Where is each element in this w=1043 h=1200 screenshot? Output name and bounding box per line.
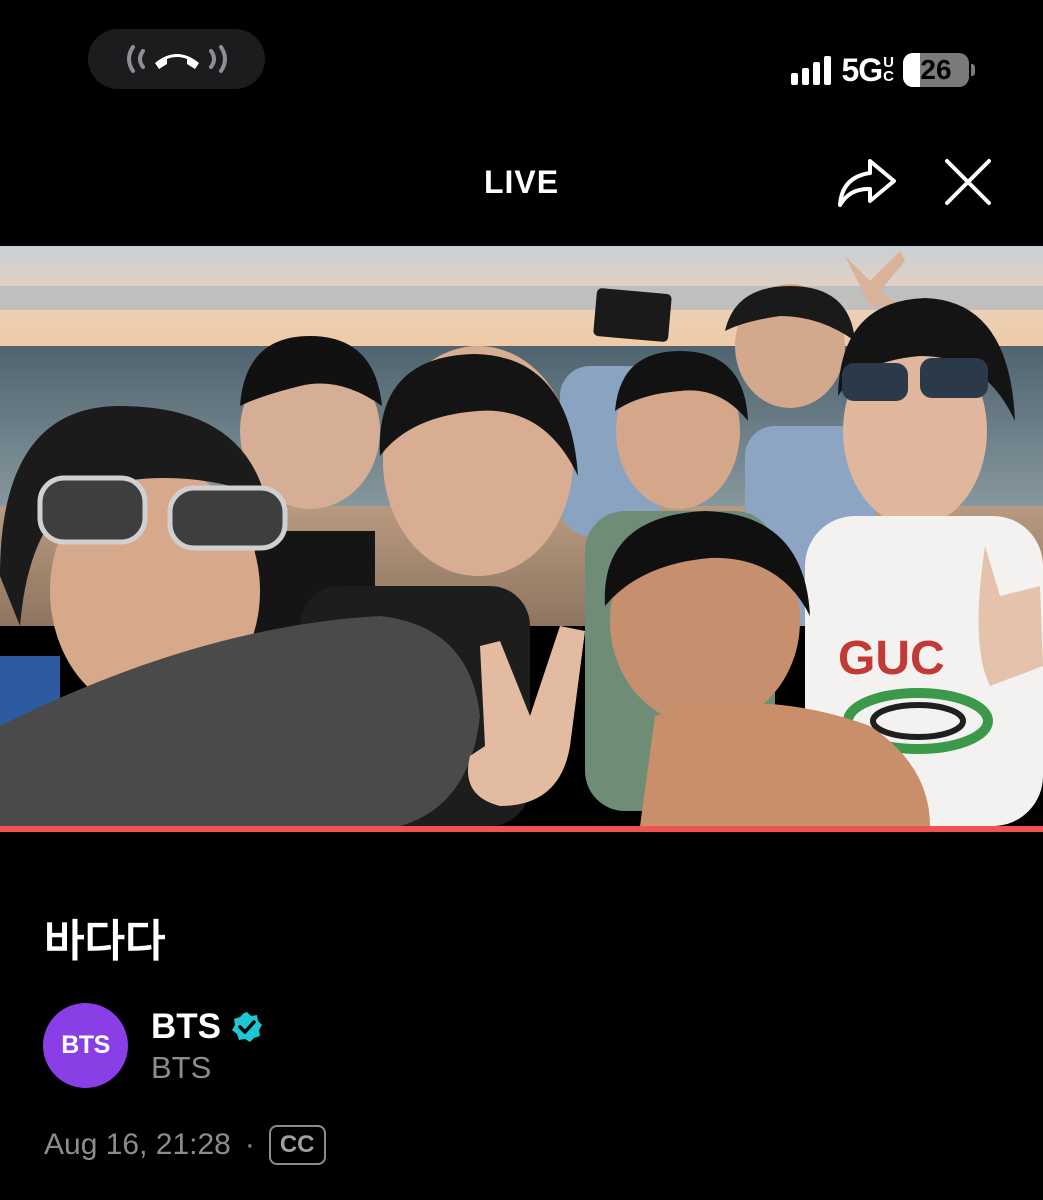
video-player[interactable]: GUC	[0, 246, 1043, 826]
network-label: 5G	[841, 51, 883, 88]
battery-level: 26	[920, 54, 952, 85]
publish-date: Aug 16, 21:28	[44, 1128, 231, 1161]
share-button[interactable]	[836, 155, 898, 209]
channel-avatar[interactable]: BTS	[43, 1003, 128, 1088]
channel-name-row[interactable]: BTS	[151, 1007, 263, 1047]
video-meta: Aug 16, 21:28 · CC	[44, 1125, 326, 1165]
channel-name[interactable]: BTS	[151, 1007, 221, 1047]
meta-separator: ·	[244, 1128, 255, 1161]
video-frame: GUC	[0, 246, 1043, 826]
status-indicators: 5G U C 26	[791, 48, 975, 92]
signal-icon	[791, 55, 832, 85]
active-call-pill[interactable]	[88, 29, 265, 89]
svg-text:GUC: GUC	[838, 632, 945, 685]
battery-tip	[971, 64, 975, 76]
battery-icon: 26	[903, 53, 969, 87]
progress-fill	[0, 826, 1043, 832]
call-active-icon	[126, 45, 227, 73]
video-title: 바다다	[44, 917, 166, 966]
close-button[interactable]	[942, 156, 994, 208]
closed-captions-badge[interactable]: CC	[268, 1125, 326, 1165]
battery-fill	[903, 53, 921, 87]
playback-progress-bar[interactable]	[0, 826, 1043, 832]
network-suffix: U C	[883, 54, 894, 85]
share-icon	[838, 159, 896, 207]
network-indicator: 5G U C	[841, 51, 894, 89]
verified-badge-icon	[232, 1012, 262, 1042]
channel-subtitle: BTS	[151, 1050, 212, 1085]
close-icon	[945, 159, 991, 205]
